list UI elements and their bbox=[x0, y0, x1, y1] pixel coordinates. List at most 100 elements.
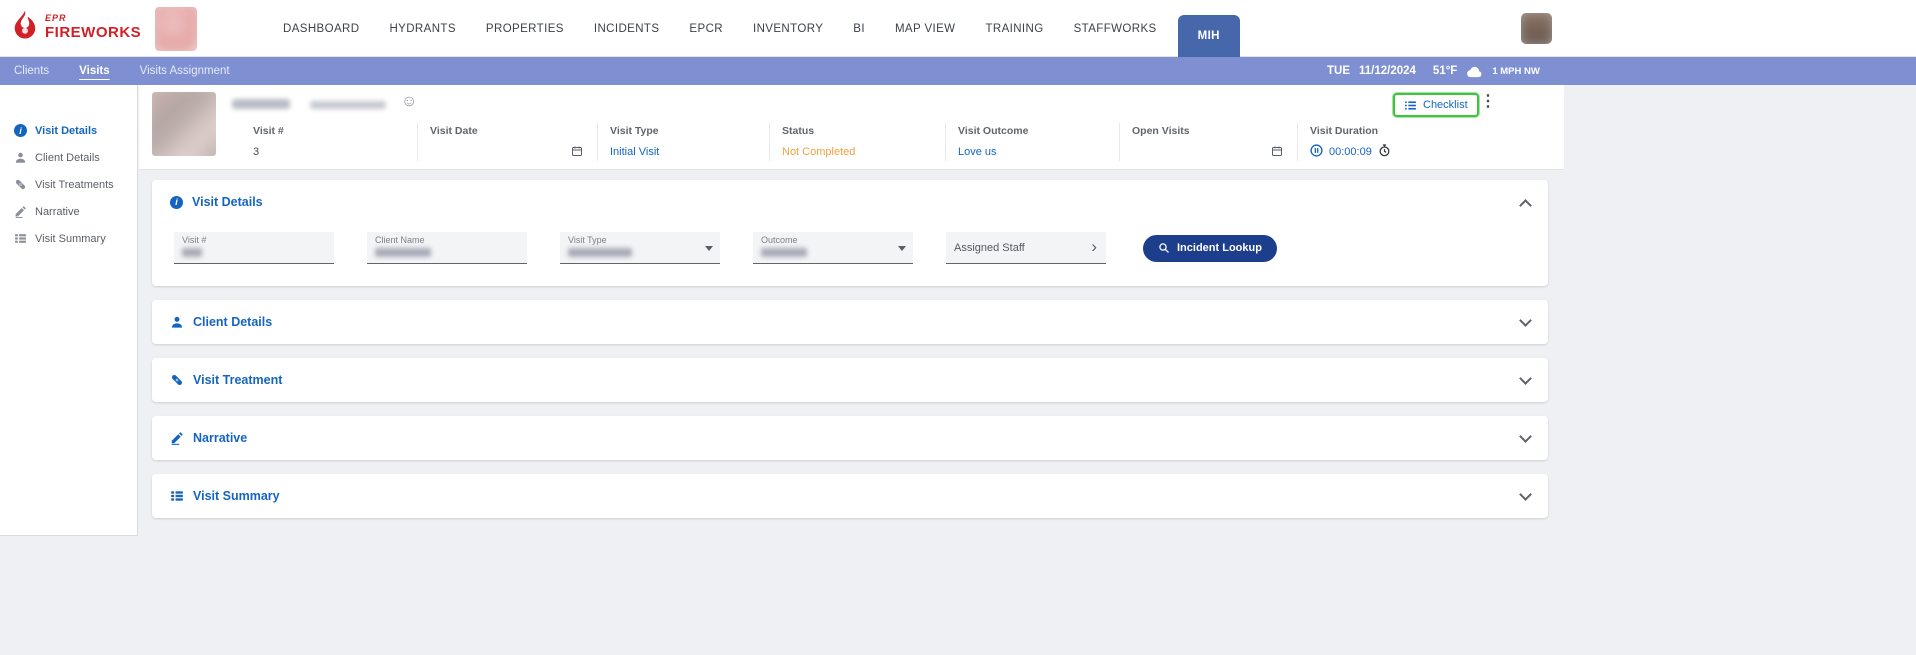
incident-lookup-button[interactable]: Incident Lookup bbox=[1143, 235, 1277, 262]
narrative-card: Narrative bbox=[152, 416, 1548, 460]
person-icon bbox=[170, 315, 184, 329]
client-photo-redacted bbox=[152, 92, 216, 156]
visit-summary-card-header[interactable]: Visit Summary bbox=[152, 474, 1548, 518]
visit-summary-fields: Visit # 3 Visit Date Visit Type Initial … bbox=[241, 123, 1533, 161]
calendar-icon[interactable] bbox=[1271, 145, 1283, 160]
visit-number-input[interactable]: Visit # bbox=[174, 232, 334, 264]
nav-bi[interactable]: BI bbox=[838, 0, 880, 57]
chevron-right-icon bbox=[1091, 237, 1097, 257]
field-visit-outcome: Visit Outcome Love us bbox=[945, 123, 1119, 161]
department-logo-redacted bbox=[155, 7, 197, 51]
nav-hydrants[interactable]: HYDRANTS bbox=[374, 0, 470, 57]
expand-chevron-icon[interactable] bbox=[1519, 314, 1532, 327]
more-options-button[interactable] bbox=[1476, 91, 1500, 117]
expand-chevron-icon[interactable] bbox=[1519, 488, 1532, 501]
redacted-value bbox=[761, 248, 807, 257]
client-name-redacted bbox=[232, 99, 290, 109]
visit-sections: Visit Details Visit # Client Name Visit … bbox=[152, 180, 1548, 518]
field-visit-type: Visit Type Initial Visit bbox=[597, 123, 769, 161]
nav-dashboard[interactable]: DASHBOARD bbox=[268, 0, 374, 57]
visit-treatment-card: Visit Treatment bbox=[152, 358, 1548, 402]
bandaid-icon bbox=[170, 373, 184, 387]
pause-icon[interactable] bbox=[1310, 144, 1323, 160]
status-badge: Not Completed bbox=[782, 145, 945, 159]
client-details-card-header[interactable]: Client Details bbox=[152, 300, 1548, 344]
visit-details-card-header[interactable]: Visit Details bbox=[152, 180, 1548, 224]
mood-icon[interactable] bbox=[401, 93, 417, 111]
visit-type-select[interactable]: Visit Type bbox=[560, 232, 720, 264]
narrative-card-header[interactable]: Narrative bbox=[152, 416, 1548, 460]
section-title: Visit Treatment bbox=[193, 373, 282, 387]
nav-training[interactable]: TRAINING bbox=[970, 0, 1058, 57]
section-title: Visit Details bbox=[192, 195, 263, 209]
visit-sidebar: Visit Details Client Details Visit Treat… bbox=[0, 85, 138, 536]
expand-chevron-icon[interactable] bbox=[1519, 372, 1532, 385]
nav-map-view[interactable]: MAP VIEW bbox=[880, 0, 971, 57]
field-open-visits: Open Visits bbox=[1119, 123, 1297, 161]
brand-line1: EPR bbox=[45, 14, 141, 23]
top-bar: EPR FIREWORKS DASHBOARD HYDRANTS PROPERT… bbox=[0, 0, 1916, 57]
redacted-value bbox=[182, 248, 202, 257]
client-name-input[interactable]: Client Name bbox=[367, 232, 527, 264]
sidebar-item-narrative[interactable]: Narrative bbox=[0, 198, 137, 225]
person-icon bbox=[14, 151, 27, 164]
checklist-icon bbox=[1404, 99, 1417, 112]
nav-inventory[interactable]: INVENTORY bbox=[738, 0, 838, 57]
sidebar-item-visit-details[interactable]: Visit Details bbox=[0, 117, 137, 144]
nav-staffworks[interactable]: STAFFWORKS bbox=[1059, 0, 1172, 57]
current-date: 11/12/2024 bbox=[1359, 65, 1416, 77]
field-visit-date: Visit Date bbox=[417, 123, 597, 161]
nav-mih-active-tab[interactable]: MIH bbox=[1178, 15, 1240, 57]
redacted-value bbox=[375, 248, 431, 257]
nav-properties[interactable]: PROPERTIES bbox=[471, 0, 579, 57]
visit-summary-card: Visit Summary bbox=[152, 474, 1548, 518]
user-avatar[interactable] bbox=[1521, 13, 1552, 44]
cloud-icon bbox=[1466, 65, 1483, 78]
main-nav: DASHBOARD HYDRANTS PROPERTIES INCIDENTS … bbox=[268, 0, 1240, 57]
field-visit-number: Visit # 3 bbox=[241, 123, 417, 161]
checklist-button[interactable]: Checklist bbox=[1393, 93, 1479, 117]
module-sub-nav: Clients Visits Visits Assignment TUE 11/… bbox=[0, 57, 1916, 85]
section-title: Visit Summary bbox=[193, 489, 280, 503]
nav-epcr[interactable]: EPCR bbox=[674, 0, 738, 57]
client-details-card: Client Details bbox=[152, 300, 1548, 344]
bandaid-icon bbox=[14, 178, 27, 191]
outcome-select[interactable]: Outcome bbox=[753, 232, 913, 264]
visit-outcome-value: Love us bbox=[958, 145, 1119, 159]
sidebar-item-client-details[interactable]: Client Details bbox=[0, 144, 137, 171]
expand-chevron-icon[interactable] bbox=[1519, 430, 1532, 443]
pen-icon bbox=[170, 431, 184, 445]
brand-line2: FIREWORKS bbox=[45, 25, 141, 40]
redacted-value bbox=[568, 248, 632, 257]
sidebar-item-visit-summary[interactable]: Visit Summary bbox=[0, 225, 137, 252]
section-title: Narrative bbox=[193, 431, 247, 445]
sidebar-item-visit-treatments[interactable]: Visit Treatments bbox=[0, 171, 137, 198]
chevron-down-icon bbox=[898, 246, 906, 251]
weather-day: TUE bbox=[1327, 65, 1350, 77]
chevron-down-icon bbox=[705, 246, 713, 251]
summary-icon bbox=[170, 489, 184, 503]
field-visit-duration: Visit Duration 00:00:09 bbox=[1297, 123, 1533, 161]
assigned-staff-picker[interactable]: Assigned Staff bbox=[946, 232, 1106, 264]
nav-incidents[interactable]: INCIDENTS bbox=[579, 0, 675, 57]
date-weather-widget: TUE 11/12/2024 51°F 1 MPH NW bbox=[1327, 57, 1540, 85]
subnav-clients[interactable]: Clients bbox=[14, 65, 49, 77]
calendar-icon[interactable] bbox=[571, 145, 583, 160]
visit-number-value: 3 bbox=[253, 145, 417, 159]
pen-icon bbox=[14, 205, 27, 218]
visit-treatment-card-header[interactable]: Visit Treatment bbox=[152, 358, 1548, 402]
visit-details-card: Visit Details Visit # Client Name Visit … bbox=[152, 180, 1548, 286]
app-logo: EPR FIREWORKS bbox=[10, 9, 141, 45]
field-status: Status Not Completed bbox=[769, 123, 945, 161]
stopwatch-icon[interactable] bbox=[1378, 144, 1391, 160]
wind-speed: 1 MPH NW bbox=[1492, 66, 1540, 77]
search-icon bbox=[1158, 242, 1170, 254]
client-subinfo-redacted bbox=[310, 101, 386, 109]
subnav-visits-active[interactable]: Visits bbox=[79, 65, 109, 77]
collapse-chevron-icon[interactable] bbox=[1519, 199, 1532, 212]
section-title: Client Details bbox=[193, 315, 272, 329]
info-icon bbox=[170, 196, 183, 209]
summary-icon bbox=[14, 232, 27, 245]
subnav-visits-assignment[interactable]: Visits Assignment bbox=[140, 65, 230, 77]
flame-icon bbox=[10, 9, 40, 45]
